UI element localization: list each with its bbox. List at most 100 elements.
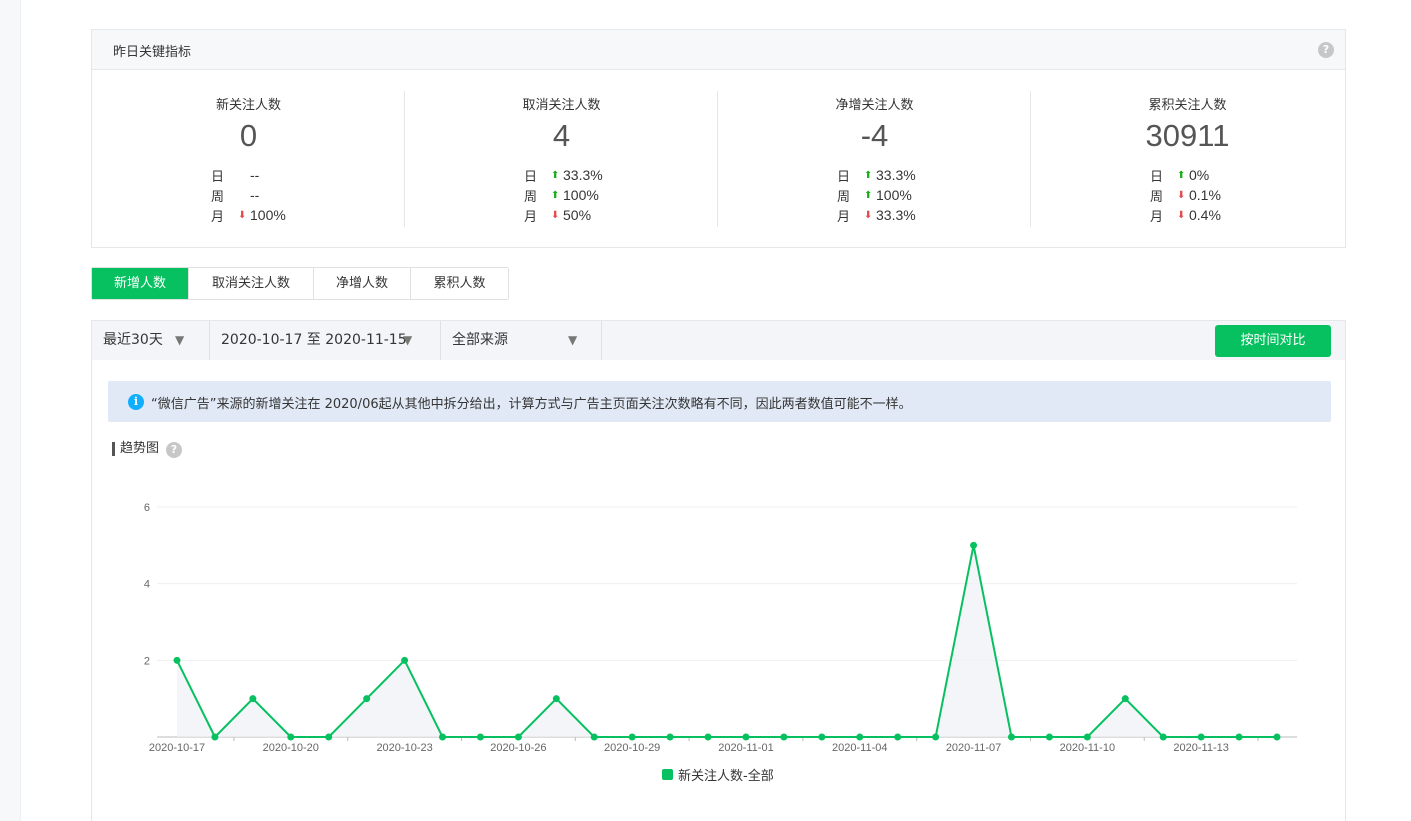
key-metrics-panel: 昨日关键指标 ? 新关注人数 0 日 -- 周 -- 月 ⬇ 100% 取消关注人数 4 日 ⬆ 33.3…	[91, 29, 1346, 248]
arrow-up-icon: ⬆	[551, 169, 560, 181]
data-point	[401, 656, 409, 664]
period-label: 月	[524, 209, 538, 225]
source-select-value: 全部来源	[452, 332, 508, 348]
data-point	[287, 733, 295, 741]
change-value: 100%	[563, 187, 599, 203]
data-point	[439, 733, 447, 741]
date-range-select[interactable]: 2020-10-17 至 2020-11-15 ▼	[210, 321, 441, 360]
tab-3[interactable]: 累积人数	[411, 268, 508, 299]
period-label: 周	[211, 189, 225, 205]
tab-2[interactable]: 净增人数	[314, 268, 411, 299]
change-value: 0.4%	[1189, 207, 1221, 223]
kpi-name: 净增关注人数	[835, 98, 914, 113]
change-value: --	[250, 187, 260, 203]
help-icon[interactable]: ?	[1318, 42, 1334, 58]
x-tick-label: 2020-11-10	[1060, 742, 1115, 754]
kpi-change-row: 日 --	[211, 165, 286, 185]
arrow-down-icon: ⬇	[551, 209, 560, 221]
kpi-card: 新关注人数 0 日 -- 周 -- 月 ⬇ 100%	[92, 70, 405, 247]
data-point	[1159, 733, 1167, 741]
data-point	[514, 733, 522, 741]
change-value: 0.1%	[1189, 187, 1221, 203]
range-select[interactable]: 最近30天 ▼	[92, 321, 210, 360]
x-tick-label: 2020-10-29	[604, 742, 660, 754]
kpi-card: 净增关注人数 -4 日 ⬆ 33.3% 周 ⬆ 100% 月 ⬇ 33.3%	[718, 70, 1031, 247]
tab-1[interactable]: 取消关注人数	[189, 268, 314, 299]
arrow-up-icon: ⬆	[1177, 169, 1186, 181]
data-point	[249, 695, 257, 703]
kpi-value: 0	[239, 118, 258, 153]
arrow-up-icon: ⬆	[864, 189, 873, 201]
compare-by-time-button[interactable]: 按时间对比	[1215, 325, 1331, 357]
kpi-change-row: 月 ⬇ 0.4%	[1150, 205, 1221, 225]
data-point	[173, 656, 181, 664]
data-point	[1121, 695, 1129, 703]
data-point	[211, 733, 219, 741]
chart-legend[interactable]: 新关注人数-全部	[662, 765, 774, 784]
change-value: 100%	[250, 207, 286, 223]
change-value: 0%	[1189, 167, 1210, 183]
kpi-change-row: 月 ⬇ 33.3%	[837, 205, 916, 225]
data-point	[666, 733, 674, 741]
tab-0[interactable]: 新增人数	[92, 268, 189, 299]
x-tick-label: 2020-11-07	[946, 742, 1001, 754]
date-range-value: 2020-10-17 至 2020-11-15	[221, 332, 407, 348]
data-point	[325, 733, 333, 741]
arrow-down-icon: ⬇	[238, 209, 247, 221]
arrow-down-icon: ⬇	[864, 209, 873, 221]
change-value: --	[250, 167, 260, 183]
data-point	[1235, 733, 1243, 741]
kpi-change-row: 周 ⬆ 100%	[524, 185, 603, 205]
trend-content: i “微信广告”来源的新增关注在 2020/06起从其他中拆分给出，计算方式与广…	[91, 360, 1346, 821]
period-label: 周	[1150, 189, 1164, 205]
arrow-up-icon: ⬆	[864, 169, 873, 181]
change-value: 33.3%	[563, 167, 603, 183]
change-value: 50%	[563, 207, 592, 223]
data-point	[780, 733, 788, 741]
period-label: 月	[211, 209, 225, 225]
period-label: 周	[837, 189, 851, 205]
data-point	[704, 733, 712, 741]
change-value: 33.3%	[876, 167, 916, 183]
y-tick-label: 6	[144, 502, 150, 514]
x-tick-label: 2020-10-26	[490, 742, 546, 754]
filter-bar: 最近30天 ▼ 2020-10-17 至 2020-11-15 ▼ 全部来源 ▼…	[91, 320, 1346, 361]
kpi-change-row: 周 --	[211, 185, 286, 205]
kpi-change-row: 日 ⬆ 33.3%	[524, 165, 603, 185]
metric-tabs: 新增人数 取消关注人数 净增人数 累积人数	[91, 267, 509, 300]
chevron-down-icon: ▼	[568, 333, 578, 347]
kpi-value: 4	[552, 118, 571, 153]
data-point	[932, 733, 940, 741]
data-point	[590, 733, 598, 741]
y-tick-label: 4	[144, 579, 150, 591]
x-tick-label: 2020-10-17	[149, 742, 205, 754]
legend-label: 新关注人数-全部	[678, 769, 774, 784]
series-area	[177, 545, 1277, 737]
data-point	[894, 733, 902, 741]
data-point	[1045, 733, 1053, 741]
key-metrics-title: 昨日关键指标	[113, 45, 192, 60]
x-tick-label: 2020-10-23	[376, 742, 432, 754]
change-value: 100%	[876, 187, 912, 203]
arrow-down-icon: ⬇	[1177, 189, 1186, 201]
arrow-down-icon: ⬇	[1177, 209, 1186, 221]
kpi-change-row: 日 ⬆ 0%	[1150, 165, 1221, 185]
period-label: 周	[524, 189, 538, 205]
data-point	[1083, 733, 1091, 741]
data-point	[1273, 733, 1281, 741]
kpi-name: 累积关注人数	[1148, 98, 1227, 113]
kpi-name: 新关注人数	[215, 98, 281, 113]
kpi-change-row: 周 ⬆ 100%	[837, 185, 916, 205]
chevron-down-icon: ▼	[175, 333, 185, 347]
kpi-change-rows: 日 ⬆ 0% 周 ⬇ 0.1% 月 ⬇ 0.4%	[1150, 165, 1221, 225]
kpi-change-rows: 日 -- 周 -- 月 ⬇ 100%	[211, 165, 286, 225]
data-point	[552, 695, 560, 703]
period-label: 月	[1150, 209, 1164, 225]
data-point	[970, 541, 978, 549]
kpi-change-rows: 日 ⬆ 33.3% 周 ⬆ 100% 月 ⬇ 33.3%	[837, 165, 916, 225]
source-select[interactable]: 全部来源 ▼	[441, 321, 602, 360]
kpi-value: -4	[860, 118, 889, 153]
data-point	[628, 733, 636, 741]
period-label: 日	[524, 169, 538, 185]
kpi-change-rows: 日 ⬆ 33.3% 周 ⬆ 100% 月 ⬇ 50%	[524, 165, 603, 225]
